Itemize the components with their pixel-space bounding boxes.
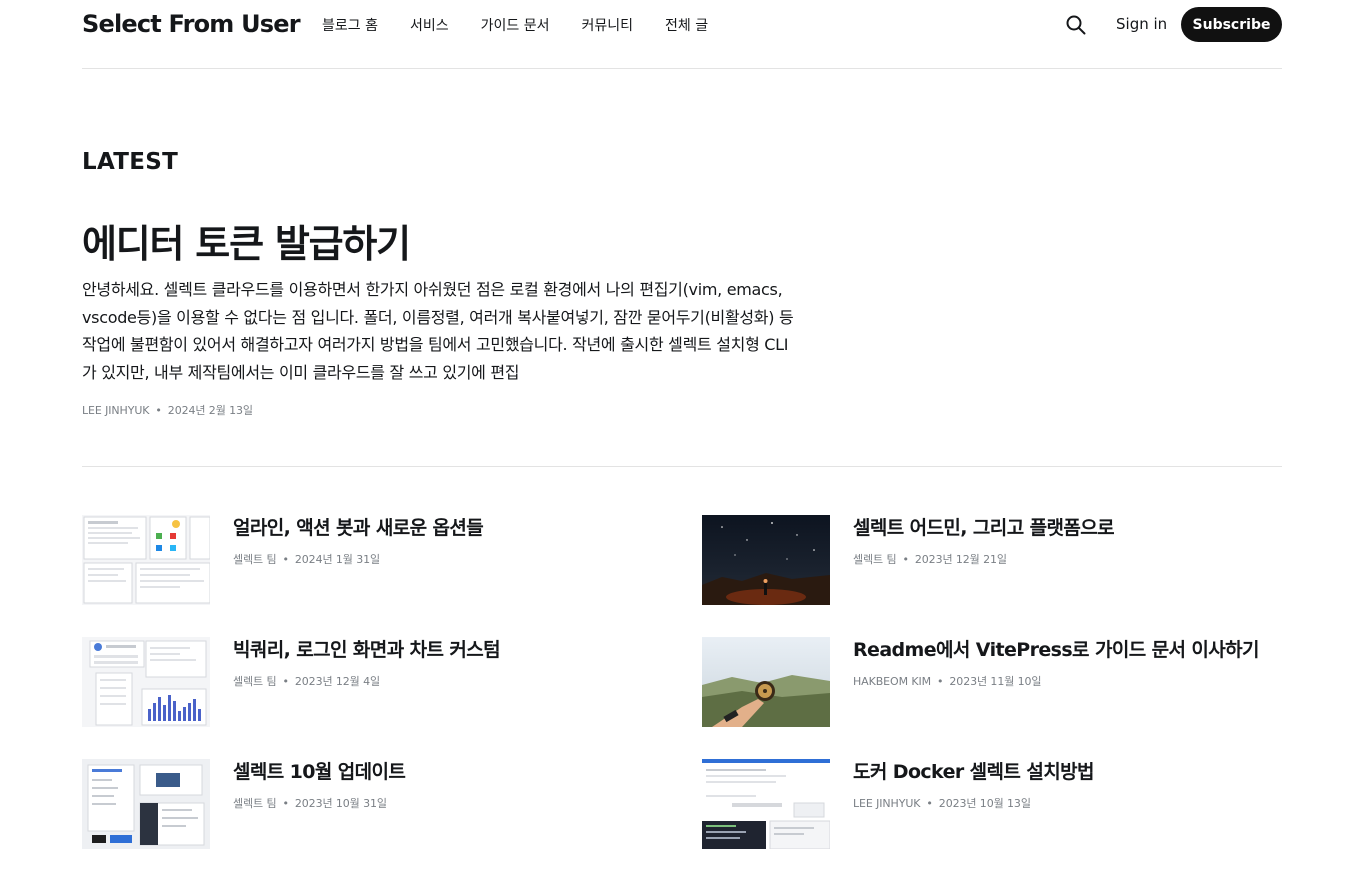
post-card[interactable]: 셀렉트 어드민, 그리고 플랫폼으로 셀렉트 팀 • 2023년 12월 21일 <box>702 515 1282 605</box>
post-title[interactable]: 얼라인, 액션 봇과 새로운 옵션들 <box>233 513 484 540</box>
post-author[interactable]: LEE JINHYUK <box>853 797 921 810</box>
post-meta: 셀렉트 팀 • 2024년 1월 31일 <box>233 551 380 567</box>
latest-section-label: LATEST <box>82 149 179 175</box>
post-author[interactable]: 셀렉트 팀 <box>233 553 277 566</box>
post-thumbnail[interactable] <box>702 515 830 605</box>
post-thumbnail[interactable] <box>82 637 210 727</box>
post-author[interactable]: 셀렉트 팀 <box>233 797 277 810</box>
featured-post-title[interactable]: 에디터 토큰 발급하기 <box>82 213 411 268</box>
featured-post-meta: LEE JINHYUK • 2024년 2월 13일 <box>82 402 253 418</box>
post-thumbnail[interactable] <box>82 759 210 849</box>
nav-item-guide-docs[interactable]: 가이드 문서 <box>481 15 550 35</box>
meta-separator: • <box>282 553 289 566</box>
post-card[interactable]: 얼라인, 액션 봇과 새로운 옵션들 셀렉트 팀 • 2024년 1월 31일 <box>82 515 662 605</box>
post-author[interactable]: HAKBEOM KIM <box>853 675 931 688</box>
post-date: 2023년 11월 10일 <box>949 675 1042 688</box>
site-header: Select From User 블로그 홈 서비스 가이드 문서 커뮤니티 전… <box>82 0 1282 69</box>
meta-separator: • <box>937 675 944 688</box>
post-date: 2024년 1월 31일 <box>294 553 381 566</box>
post-date: 2024년 2월 13일 <box>167 404 253 417</box>
post-card[interactable]: 도커 Docker 셀렉트 설치방법 LEE JINHYUK • 2023년 10월… <box>702 759 1282 849</box>
post-meta: HAKBEOM KIM • 2023년 11월 10일 <box>853 673 1042 689</box>
post-title[interactable]: 도커 Docker 셀렉트 설치방법 <box>853 757 1094 784</box>
nav-item-blog-home[interactable]: 블로그 홈 <box>322 15 378 35</box>
sign-in-link[interactable]: Sign in <box>1116 15 1167 33</box>
post-meta: 셀렉트 팀 • 2023년 10월 31일 <box>233 795 387 811</box>
post-card[interactable]: 빅쿼리, 로그인 화면과 차트 커스텀 셀렉트 팀 • 2023년 12월 4일 <box>82 637 662 727</box>
post-date: 2023년 12월 4일 <box>294 675 381 688</box>
meta-separator: • <box>902 553 909 566</box>
post-title[interactable]: 빅쿼리, 로그인 화면과 차트 커스텀 <box>233 635 501 662</box>
featured-post-excerpt[interactable]: 안녕하세요. 셀렉트 클라우드를 이용하면서 한가지 아쉬웠던 점은 로컬 환경… <box>82 276 802 386</box>
site-logo[interactable]: Select From User <box>82 10 301 38</box>
post-date: 2023년 12월 21일 <box>914 553 1007 566</box>
post-author[interactable]: LEE JINHYUK <box>82 404 150 417</box>
post-thumbnail[interactable] <box>82 515 210 605</box>
post-thumbnail[interactable] <box>702 637 830 727</box>
meta-separator: • <box>155 404 162 417</box>
post-meta: 셀렉트 팀 • 2023년 12월 4일 <box>233 673 380 689</box>
meta-separator: • <box>282 797 289 810</box>
section-divider <box>82 466 1282 467</box>
nav-item-services[interactable]: 서비스 <box>410 15 449 35</box>
nav-item-all-posts[interactable]: 전체 글 <box>665 15 708 35</box>
main-nav: 블로그 홈 서비스 가이드 문서 커뮤니티 전체 글 <box>322 15 740 35</box>
post-date: 2023년 10월 13일 <box>938 797 1031 810</box>
post-title[interactable]: Readme에서 VitePress로 가이드 문서 이사하기 <box>853 635 1260 662</box>
post-card[interactable]: Readme에서 VitePress로 가이드 문서 이사하기 HAKBEOM … <box>702 637 1282 727</box>
post-date: 2023년 10월 31일 <box>294 797 387 810</box>
subscribe-button[interactable]: Subscribe <box>1181 7 1282 42</box>
post-thumbnail[interactable] <box>702 759 830 849</box>
post-author[interactable]: 셀렉트 팀 <box>853 553 897 566</box>
meta-separator: • <box>282 675 289 688</box>
post-title[interactable]: 셀렉트 10월 업데이트 <box>233 757 406 784</box>
meta-separator: • <box>926 797 933 810</box>
post-meta: 셀렉트 팀 • 2023년 12월 21일 <box>853 551 1007 567</box>
nav-item-community[interactable]: 커뮤니티 <box>581 15 633 35</box>
post-author[interactable]: 셀렉트 팀 <box>233 675 277 688</box>
post-title[interactable]: 셀렉트 어드민, 그리고 플랫폼으로 <box>853 513 1115 540</box>
search-icon[interactable] <box>1065 14 1087 36</box>
post-meta: LEE JINHYUK • 2023년 10월 13일 <box>853 795 1031 811</box>
post-card[interactable]: 셀렉트 10월 업데이트 셀렉트 팀 • 2023년 10월 31일 <box>82 759 662 849</box>
